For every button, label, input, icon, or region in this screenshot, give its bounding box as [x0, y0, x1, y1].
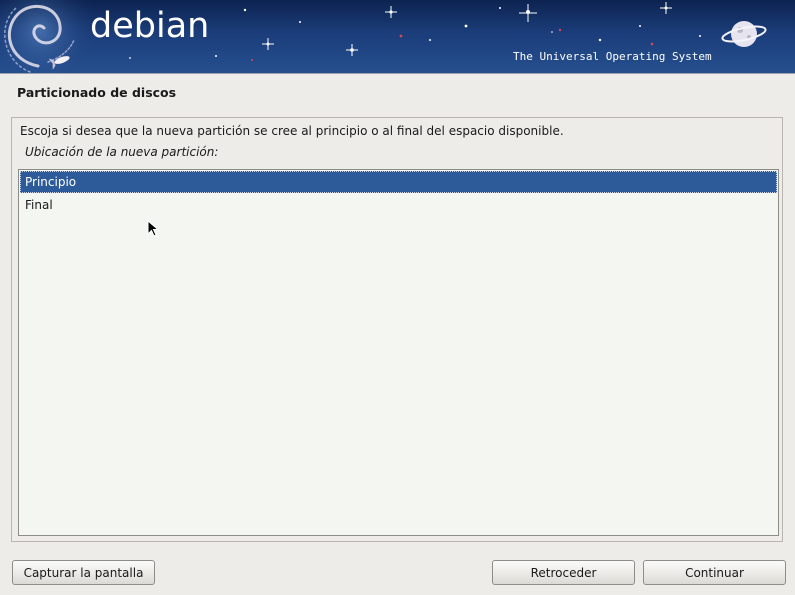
list-label: Ubicación de la nueva partición: — [25, 145, 219, 159]
option-label: Final — [25, 198, 53, 212]
mouse-cursor-icon — [147, 220, 159, 237]
option-principio[interactable]: Principio — [20, 171, 777, 193]
partition-location-list[interactable]: Principio Final — [18, 169, 779, 536]
continue-button[interactable]: Continuar — [643, 560, 786, 585]
page-title: Particionado de discos — [17, 85, 177, 100]
brand-tagline: The Universal Operating System — [513, 50, 712, 63]
brand-name: debian — [90, 6, 210, 46]
capture-screen-button[interactable]: Capturar la pantalla — [12, 560, 155, 585]
header-banner: debian The Universal Operating System — [0, 0, 795, 73]
back-button[interactable]: Retroceder — [492, 560, 635, 585]
option-final[interactable]: Final — [20, 194, 777, 216]
option-label: Principio — [25, 175, 77, 189]
question-text: Escoja si desea que la nueva partición s… — [20, 124, 564, 138]
header-divider — [0, 73, 795, 74]
